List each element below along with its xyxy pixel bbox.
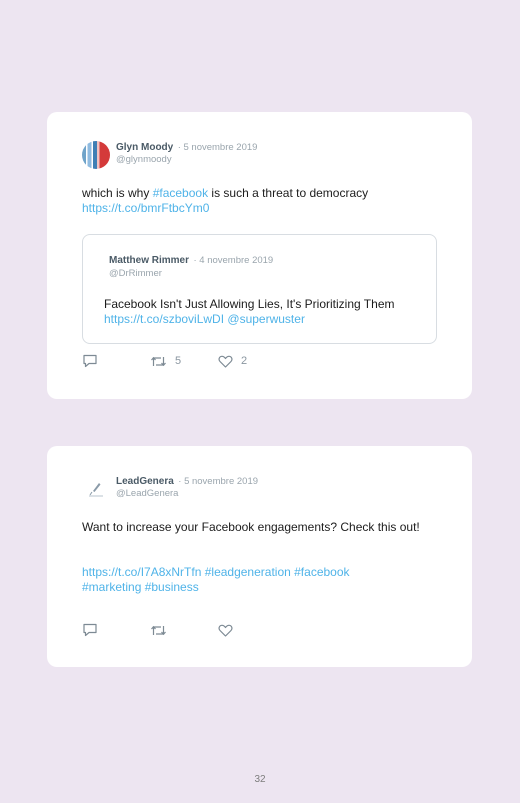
avatar[interactable] xyxy=(82,141,110,169)
quoted-tweet-date[interactable]: · 4 novembre 2019 xyxy=(193,255,273,266)
tweet-links: https://t.co/I7A8xNrTfn #leadgeneration … xyxy=(82,565,442,595)
hashtag-links-line-2[interactable]: #marketing #business xyxy=(82,580,199,594)
reply-icon xyxy=(83,354,97,368)
climate-stripes-avatar-image xyxy=(82,141,110,169)
author-handle[interactable]: @LeadGenera xyxy=(116,488,258,500)
quoted-tweet-text: Facebook Isn't Just Allowing Lies, It's … xyxy=(104,297,416,327)
quoted-author-handle[interactable]: @DrRimmer xyxy=(109,267,273,280)
tweet-date[interactable]: · 5 novembre 2019 xyxy=(178,476,258,487)
tweet-actions: 5 2 xyxy=(82,354,247,368)
retweet-icon xyxy=(151,625,166,635)
tweet-link[interactable]: https://t.co/I7A8xNrTfn xyxy=(82,565,201,579)
author-info: Glyn Moody · 5 novembre 2019 @glynmoody xyxy=(116,140,257,166)
reply-button[interactable] xyxy=(82,623,150,637)
hashtag-links-line-1[interactable]: #leadgeneration #facebook xyxy=(201,565,350,579)
tweet-header: Glyn Moody · 5 novembre 2019 @glynmoody xyxy=(82,140,257,169)
hashtag-link[interactable]: #facebook xyxy=(153,186,208,200)
heart-icon xyxy=(218,624,233,637)
quoted-tweet-header: Matthew Rimmer · 4 novembre 2019 @DrRimm… xyxy=(109,252,273,280)
author-handle[interactable]: @glynmoody xyxy=(116,154,257,166)
heart-icon xyxy=(218,355,233,368)
tweet-header: LeadGenera · 5 novembre 2019 @LeadGenera xyxy=(82,474,258,503)
reply-icon xyxy=(83,623,97,637)
tweet-text-part: is such a threat to democracy xyxy=(208,186,369,200)
tweet-card-glyn-moody: Glyn Moody · 5 novembre 2019 @glynmoody … xyxy=(47,112,472,399)
tweet-text-part: which is why xyxy=(82,186,153,200)
leadgenera-logo-avatar xyxy=(82,475,110,503)
like-button[interactable] xyxy=(218,624,233,637)
tweet-text: Want to increase your Facebook engagemen… xyxy=(82,520,420,534)
tweet-link[interactable]: https://t.co/bmrFtbcYm0 xyxy=(82,201,209,215)
page-number: 32 xyxy=(254,774,266,785)
reply-button[interactable] xyxy=(82,354,150,368)
tweet-date[interactable]: · 5 novembre 2019 xyxy=(178,142,258,153)
like-button[interactable]: 2 xyxy=(218,355,247,368)
quoted-author-name[interactable]: Matthew Rimmer xyxy=(109,255,189,266)
retweet-count: 5 xyxy=(175,355,182,367)
quoted-tweet[interactable]: Matthew Rimmer · 4 novembre 2019 @DrRimm… xyxy=(82,234,437,344)
author-name[interactable]: Glyn Moody xyxy=(116,142,173,153)
mention-link[interactable]: @superwuster xyxy=(227,312,305,326)
author-name[interactable]: LeadGenera xyxy=(116,476,174,487)
tweet-card-leadgenera: LeadGenera · 5 novembre 2019 @LeadGenera… xyxy=(47,446,472,667)
avatar[interactable] xyxy=(82,475,110,503)
retweet-button[interactable] xyxy=(150,624,218,637)
tweet-text: which is why #facebook is such a threat … xyxy=(82,186,442,216)
quoted-text: Facebook Isn't Just Allowing Lies, It's … xyxy=(104,297,395,311)
retweet-button[interactable]: 5 xyxy=(150,355,218,368)
like-count: 2 xyxy=(241,355,248,367)
rocket-logo-icon xyxy=(89,483,103,497)
retweet-icon xyxy=(151,356,166,366)
tweet-actions xyxy=(82,623,233,637)
author-info: LeadGenera · 5 novembre 2019 @LeadGenera xyxy=(116,474,258,500)
quoted-link[interactable]: https://t.co/szboviLwDI xyxy=(104,312,224,326)
